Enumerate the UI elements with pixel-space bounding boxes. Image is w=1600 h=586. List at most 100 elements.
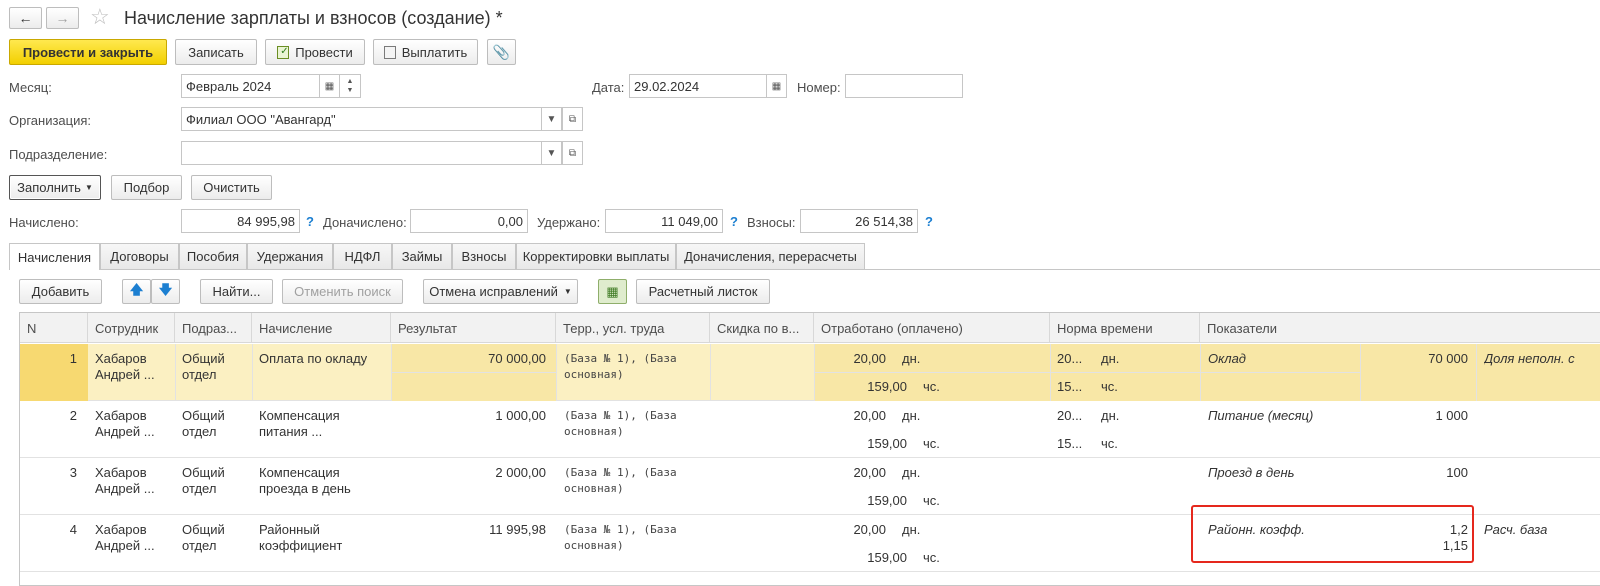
department-name: Общий отдел [182, 465, 225, 496]
paperclip-icon: 📎 [492, 43, 511, 60]
tab-payment-corrections[interactable]: Корректировки выплаты [516, 243, 676, 269]
payslip-button[interactable]: Расчетный листок [636, 279, 770, 304]
tab-accruals[interactable]: Начисления [9, 243, 100, 270]
organization-label: Организация: [9, 113, 92, 128]
arrow-left-icon: ← [18, 10, 33, 26]
post-and-close-button[interactable]: Провести и закрыть [9, 39, 167, 65]
col-accrual[interactable]: Начисление [252, 313, 391, 343]
indicator-value: 1 000 [1435, 408, 1468, 423]
row-number: 2 [69, 408, 77, 423]
accrued-field[interactable]: 84 995,98 [181, 209, 300, 233]
employee-name: Хабаров Андрей ... [95, 522, 155, 553]
back-button[interactable]: ← [9, 7, 42, 29]
tab-recalculations[interactable]: Доначисления, перерасчеты [676, 243, 865, 269]
tab-contracts[interactable]: Договоры [100, 243, 179, 269]
row-number: 1 [69, 351, 77, 366]
post-doc-icon: ✓ [277, 45, 290, 59]
tab-loans[interactable]: Займы [392, 243, 452, 269]
table-row[interactable]: 1 Хабаров Андрей ... Общий отдел Оплата по… [20, 344, 1600, 401]
chevron-down-icon: ▼ [546, 113, 557, 125]
withheld-field[interactable]: 11 049,00 [605, 209, 723, 233]
post-button-label: Провести [295, 44, 353, 60]
open-link-icon: ⧉ [568, 147, 577, 159]
contributions-label: Взносы: [747, 215, 796, 230]
indicator-value: 100 [1446, 465, 1468, 480]
norm-days: 20... [1057, 351, 1083, 366]
date-field[interactable]: 29.02.2024 [629, 74, 768, 98]
post-button[interactable]: ✓ Провести [265, 39, 365, 65]
chevron-down-icon: ▼ [546, 147, 557, 159]
favorite-star-icon[interactable]: ☆ [90, 4, 110, 30]
move-up-button[interactable]: 🡅 [122, 279, 151, 304]
arrow-down-icon: 🡇 [158, 281, 173, 297]
worked-hours: 159,00 [867, 379, 907, 394]
attach-button[interactable]: 📎 [487, 39, 516, 65]
employee-name: Хабаров Андрей ... [95, 351, 155, 382]
result-value: 2 000,00 [495, 465, 546, 480]
pick-button[interactable]: Подбор [111, 175, 182, 200]
worked-hours-unit: чс. [923, 550, 940, 565]
cancel-corrections-button[interactable]: Отмена исправлений ▼ [423, 279, 578, 304]
extra-accrued-field[interactable]: 0,00 [410, 209, 528, 233]
accrual-type: Районный коэффициент [259, 522, 343, 553]
employee-name: Хабаров Андрей ... [95, 408, 155, 439]
month-stepper[interactable]: ▲ ▼ [339, 74, 361, 98]
col-department[interactable]: Подраз... [175, 313, 252, 343]
add-row-button[interactable]: Добавить [19, 279, 102, 304]
tab-ndfl[interactable]: НДФЛ [333, 243, 392, 269]
number-field[interactable] [845, 74, 963, 98]
col-discount[interactable]: Скидка по в... [710, 313, 814, 343]
department-dropdown-button[interactable]: ▼ [541, 141, 562, 165]
organization-dropdown-button[interactable]: ▼ [541, 107, 562, 131]
department-name: Общий отдел [182, 522, 225, 553]
organization-open-button[interactable]: ⧉ [562, 107, 583, 131]
cancel-search-button[interactable]: Отменить поиск [282, 279, 403, 304]
move-down-button[interactable]: 🡇 [151, 279, 180, 304]
contributions-help-icon[interactable]: ? [925, 214, 933, 229]
accrual-type: Оплата по окладу [259, 351, 368, 366]
tab-benefits[interactable]: Пособия [179, 243, 247, 269]
accrued-help-icon[interactable]: ? [306, 214, 314, 229]
withheld-help-icon[interactable]: ? [730, 214, 738, 229]
calendar-icon: ▦ [324, 80, 335, 92]
col-result[interactable]: Результат [391, 313, 556, 343]
col-territory[interactable]: Терр., усл. труда [556, 313, 710, 343]
arrow-right-icon: → [55, 10, 70, 26]
department-field[interactable] [181, 141, 542, 165]
worked-hours-unit: чс. [923, 436, 940, 451]
organization-field[interactable]: Филиал ООО "Авангард" [181, 107, 542, 131]
chevron-down-icon: ▼ [563, 287, 572, 296]
pay-button[interactable]: Выплатить [373, 39, 478, 65]
territory-value: (База № 1), (База основная) [564, 523, 677, 552]
clear-button[interactable]: Очистить [191, 175, 272, 200]
contributions-field[interactable]: 26 514,38 [800, 209, 918, 233]
col-norm[interactable]: Норма времени [1050, 313, 1200, 343]
month-field[interactable]: Февраль 2024 [181, 74, 320, 98]
col-employee[interactable]: Сотрудник [88, 313, 175, 343]
fill-button[interactable]: Заполнить ▼ [9, 175, 101, 200]
worked-days-unit: дн. [902, 522, 921, 537]
month-calendar-button[interactable]: ▦ [319, 74, 340, 98]
table-row[interactable]: 2 Хабаров Андрей ... Общий отдел Компенсац… [20, 401, 1600, 458]
department-open-button[interactable]: ⧉ [562, 141, 583, 165]
worked-hours-unit: чс. [923, 493, 940, 508]
stepper-down-icon: ▼ [346, 87, 354, 94]
col-worked[interactable]: Отработано (оплачено) [814, 313, 1050, 343]
stepper-up-icon: ▲ [346, 78, 354, 85]
tab-deductions[interactable]: Удержания [247, 243, 333, 269]
month-label: Месяц: [9, 80, 52, 95]
territory-value: (База № 1), (База основная) [564, 466, 677, 495]
date-calendar-button[interactable]: ▦ [766, 74, 787, 98]
arrow-up-icon: 🡅 [129, 281, 144, 297]
row-number-cell [20, 344, 88, 401]
col-indicators[interactable]: Показатели [1200, 313, 1600, 343]
norm-days-unit: дн. [1101, 351, 1120, 366]
find-button[interactable]: Найти... [200, 279, 273, 304]
result-value: 1 000,00 [495, 408, 546, 423]
tab-contributions[interactable]: Взносы [452, 243, 516, 269]
save-button[interactable]: Записать [175, 39, 257, 65]
table-settings-button[interactable]: ▦ [598, 279, 627, 304]
indicator-name: Проезд в день [1208, 465, 1295, 480]
col-n[interactable]: N [20, 313, 88, 343]
forward-button[interactable]: → [46, 7, 79, 29]
